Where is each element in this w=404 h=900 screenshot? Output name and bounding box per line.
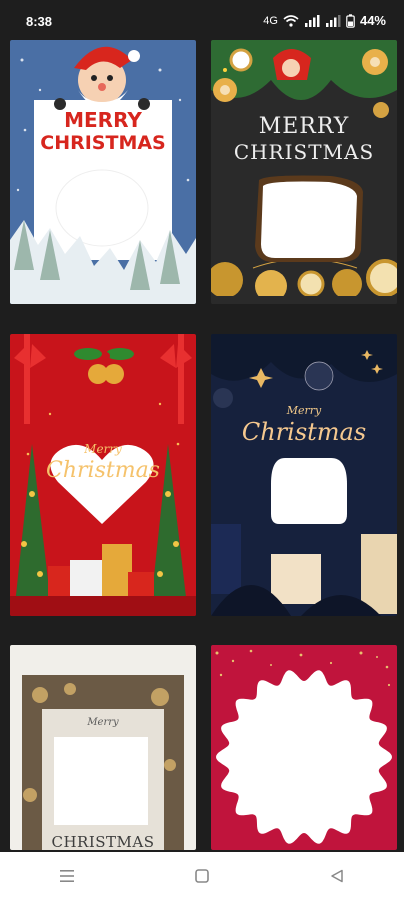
template-card-3[interactable]: Merry Christmas — [10, 334, 196, 616]
card-6-art — [211, 645, 397, 850]
card-4-line1: Merry — [286, 404, 322, 417]
template-card-6[interactable] — [211, 645, 397, 850]
card-5-art — [10, 645, 196, 850]
template-card-5[interactable]: Merry CHRISTMAS — [10, 645, 196, 850]
card-4-art — [211, 334, 397, 616]
card-4-line2: Christmas — [241, 418, 367, 446]
card-3-line2: Christmas — [46, 458, 160, 483]
card-1-line2: CHRISTMAS — [40, 132, 166, 154]
card-1-art — [10, 40, 196, 304]
nav-bar — [0, 852, 404, 900]
triangle-back-icon — [330, 869, 343, 883]
card-2-art — [211, 40, 397, 304]
signal-icon — [304, 14, 320, 27]
card-2-line2: CHRISTMAS — [233, 140, 375, 164]
nav-home-button[interactable] — [182, 856, 222, 896]
battery-percent: 44% — [359, 13, 386, 28]
template-grid[interactable]: MERRY CHRISTMAS MERRY CHRISTMAS Merry Ch… — [0, 40, 404, 850]
square-icon — [195, 869, 209, 883]
network-label: 4G — [263, 14, 278, 27]
status-bar: 8:38 4G 44% — [0, 0, 404, 40]
card-5-line2: CHRISTMAS — [51, 833, 155, 850]
status-icons: 4G 44% — [263, 13, 386, 28]
card-5-line1: Merry — [87, 717, 119, 728]
card-2-line1: MERRY — [258, 114, 350, 139]
signal-icon-2 — [325, 14, 341, 27]
nav-recent-button[interactable] — [47, 856, 87, 896]
wifi-icon — [283, 14, 299, 27]
card-1-line1: MERRY — [64, 108, 142, 132]
template-card-4[interactable]: Merry Christmas — [211, 334, 397, 616]
status-time: 8:38 — [26, 14, 53, 29]
nav-back-button[interactable] — [317, 856, 357, 896]
menu-lines-icon — [60, 870, 75, 882]
battery-icon — [346, 13, 355, 28]
card-3-line1: Merry — [84, 442, 122, 456]
template-card-1[interactable]: MERRY CHRISTMAS — [10, 40, 196, 304]
template-card-2[interactable]: MERRY CHRISTMAS — [211, 40, 397, 304]
